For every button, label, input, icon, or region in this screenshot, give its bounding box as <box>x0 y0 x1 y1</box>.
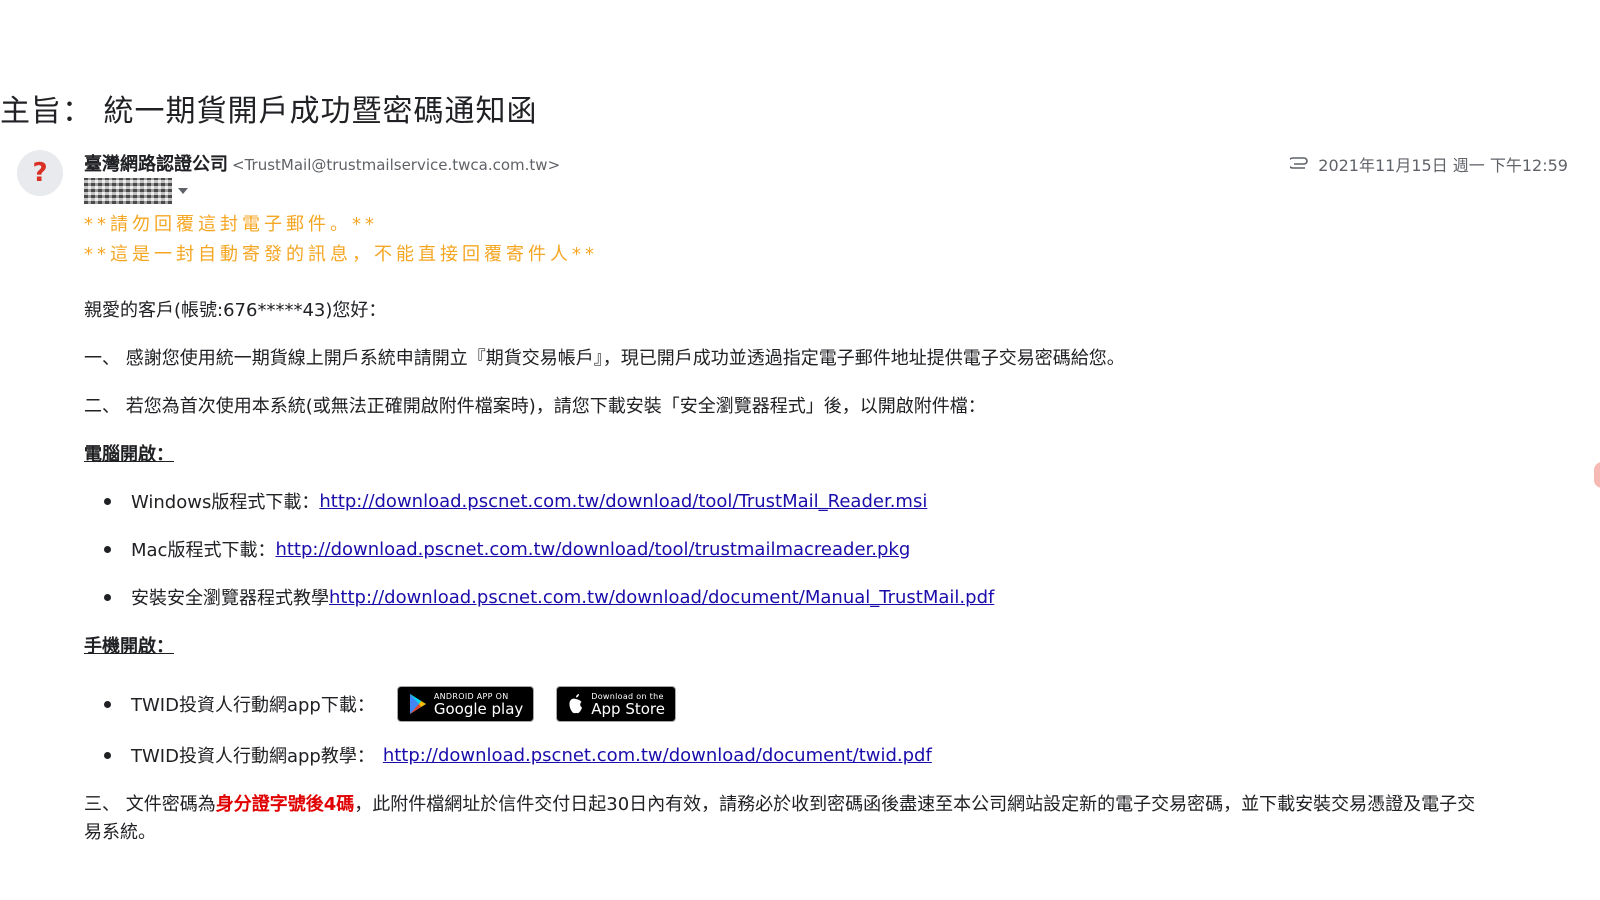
paragraph-1: 一、 感謝您使用統一期貨線上開戶系統申請開立『期貨交易帳戶』，現已開戶成功並透過… <box>84 348 1125 369</box>
list-item: Windows版程式下載： http://download.pscnet.com… <box>104 488 927 514</box>
password-hint-highlight: 身分證字號後4碼 <box>215 794 355 815</box>
paperclip-icon <box>1290 157 1308 169</box>
mobile-heading: 手機開啟： <box>84 636 174 657</box>
manual-link[interactable]: http://download.pscnet.com.tw/download/d… <box>329 587 994 608</box>
list-item: TWID投資人行動網app教學： http://download.pscnet.… <box>104 742 932 768</box>
paragraph-3-line-2: 易系統。 <box>84 822 156 843</box>
side-panel-handle[interactable] <box>1594 462 1600 488</box>
twid-tutorial-label: TWID投資人行動網app教學： <box>131 746 375 767</box>
warning-line-2: **這是一封自動寄發的訊息，不能直接回覆寄件人** <box>84 244 598 265</box>
sender-name[interactable]: 臺灣網路認證公司 <box>84 154 228 175</box>
mac-download-link[interactable]: http://download.pscnet.com.tw/download/t… <box>275 539 910 560</box>
recipient-row[interactable] <box>84 178 188 204</box>
warning-line-1: **請勿回覆這封電子郵件。** <box>84 214 378 235</box>
app-store-big-text: App Store <box>591 699 665 718</box>
bullet-dot <box>104 751 111 759</box>
app-store-button[interactable]: Download on the App Store <box>556 686 676 722</box>
email-date: 2021年11月15日 週一 下午12:59 <box>1318 156 1568 175</box>
sender-info: 臺灣網路認證公司 <TrustMail@trustmailservice.twca… <box>84 150 560 176</box>
chevron-down-icon[interactable] <box>178 188 188 194</box>
pc-heading: 電腦開啟： <box>84 444 174 465</box>
list-item: Mac版程式下載： http://download.pscnet.com.tw/… <box>104 536 910 562</box>
email-meta: 2021年11月15日 週一 下午12:59 <box>1290 152 1568 176</box>
google-play-icon <box>409 694 426 714</box>
email-subject: 主旨： 統一期貨開戶成功暨密碼通知函 <box>0 94 538 129</box>
paragraph-3-prefix: 三、 文件密碼為 <box>84 794 216 815</box>
apple-icon <box>569 694 583 714</box>
bullet-dot <box>104 593 111 601</box>
twid-download-label: TWID投資人行動網app下載： <box>131 695 375 716</box>
list-item: 安裝安全瀏覽器程式教學 http://download.pscnet.com.t… <box>104 584 994 610</box>
twid-tutorial-link[interactable]: http://download.pscnet.com.tw/download/d… <box>383 745 932 766</box>
sender-avatar[interactable]: ? <box>17 150 63 196</box>
bullet-dot <box>104 497 111 505</box>
google-play-button[interactable]: ANDROID APP ON Google play <box>396 686 535 722</box>
windows-download-link[interactable]: http://download.pscnet.com.tw/download/t… <box>319 491 927 512</box>
sender-email: <TrustMail@trustmailservice.twca.com.tw> <box>232 156 561 174</box>
question-avatar-icon: ? <box>32 158 48 188</box>
recipient-redacted <box>84 178 172 204</box>
google-play-big-text: Google play <box>433 699 524 718</box>
bullet-dot <box>104 545 111 553</box>
greeting: 親愛的客戶(帳號:676*****43)您好： <box>84 300 387 321</box>
paragraph-3: 三、 文件密碼為身分證字號後4碼，此附件檔網址於信件交付日起30日內有效，請務必… <box>84 790 1475 816</box>
paragraph-3-suffix: ，此附件檔網址於信件交付日起30日內有效，請務必於收到密碼函後盡速至本公司網站設… <box>354 794 1476 815</box>
mac-download-label: Mac版程式下載： <box>131 540 276 561</box>
windows-download-label: Windows版程式下載： <box>131 492 320 513</box>
bullet-dot <box>104 700 111 708</box>
paragraph-2: 二、 若您為首次使用本系統(或無法正確開啟附件檔案時)，請您下載安裝「安全瀏覽器… <box>84 396 986 417</box>
manual-label: 安裝安全瀏覽器程式教學 <box>131 588 329 609</box>
list-item: TWID投資人行動網app下載： ANDROID APP ON Google p… <box>104 684 676 724</box>
